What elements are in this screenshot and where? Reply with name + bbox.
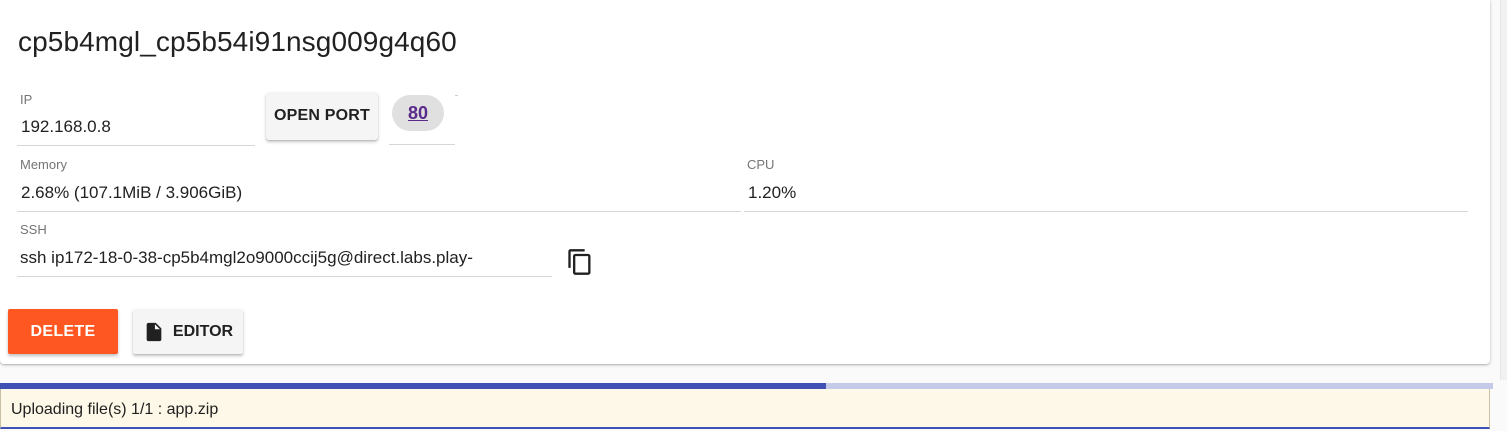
- port-divider: [455, 95, 458, 96]
- port-link[interactable]: 80: [408, 103, 428, 124]
- cpu-label: CPU: [747, 157, 775, 172]
- file-icon: [146, 322, 162, 341]
- cpu-value[interactable]: 1.20%: [748, 183, 796, 203]
- upload-status-bar: Uploading file(s) 1/1 : app.zip: [0, 389, 1490, 429]
- ssh-underline: [17, 276, 552, 277]
- instance-card: cp5b4mgl_cp5b54i91nsg009g4q60 IP 192.168…: [0, 0, 1490, 364]
- ip-field: IP 192.168.0.8: [17, 92, 255, 148]
- instance-title: cp5b4mgl_cp5b54i91nsg009g4q60: [18, 26, 457, 57]
- editor-button-label: EDITOR: [172, 322, 234, 340]
- ip-label: IP: [20, 92, 33, 107]
- port-chip[interactable]: 80: [392, 95, 444, 131]
- scrollbar[interactable]: [1500, 0, 1507, 380]
- memory-value[interactable]: 2.68% (107.1MiB / 3.906GiB): [21, 183, 242, 203]
- ssh-value[interactable]: ssh ip172-18-0-38-cp5b4mgl2o9000ccij5g@d…: [20, 248, 473, 268]
- editor-button[interactable]: EDITOR: [133, 309, 243, 354]
- copy-ssh-button[interactable]: [564, 246, 596, 278]
- upload-status-text: Uploading file(s) 1/1 : app.zip: [11, 401, 219, 418]
- copy-icon: [568, 249, 591, 275]
- ip-underline: [17, 145, 255, 146]
- ssh-label: SSH: [20, 222, 47, 237]
- cpu-field: CPU 1.20%: [744, 157, 1468, 213]
- ip-value[interactable]: 192.168.0.8: [21, 117, 111, 137]
- cpu-underline: [744, 211, 1468, 212]
- memory-label: Memory: [20, 157, 67, 172]
- port-underline: [389, 144, 455, 145]
- memory-underline: [17, 211, 741, 212]
- ssh-field: SSH ssh ip172-18-0-38-cp5b4mgl2o9000ccij…: [17, 222, 552, 278]
- memory-field: Memory 2.68% (107.1MiB / 3.906GiB): [17, 157, 741, 213]
- open-port-button[interactable]: OPEN PORT: [266, 92, 378, 140]
- delete-button[interactable]: DELETE: [8, 309, 118, 354]
